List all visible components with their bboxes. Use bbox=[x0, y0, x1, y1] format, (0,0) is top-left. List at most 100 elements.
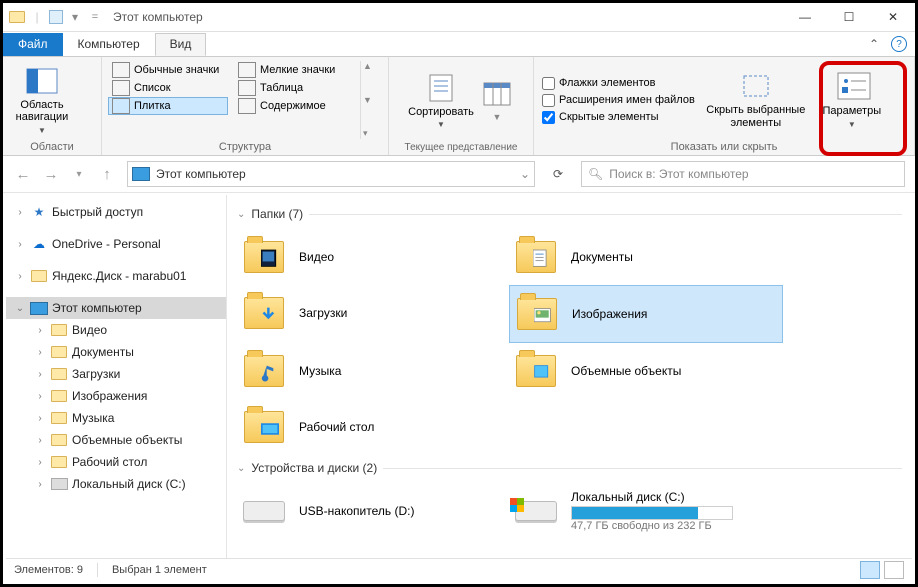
details-view-icon[interactable] bbox=[860, 561, 880, 579]
navigation-tree: ›★Быстрый доступ ›☁OneDrive - Personal ›… bbox=[6, 195, 227, 560]
address-box[interactable]: Этот компьютер ⌄ bbox=[127, 161, 535, 187]
folder-icon bbox=[515, 350, 557, 392]
tree-item[interactable]: ›Локальный диск (C:) bbox=[26, 473, 226, 495]
drive-sub: 47,7 ГБ свободно из 232 ГБ bbox=[571, 520, 733, 532]
maximize-button[interactable]: ☐ bbox=[827, 3, 871, 31]
expand-icon[interactable]: › bbox=[34, 391, 46, 402]
navigation-pane-button[interactable]: Область навигации ▼ bbox=[9, 61, 75, 139]
tree-item[interactable]: ›Загрузки bbox=[26, 363, 226, 385]
help-icon[interactable]: ? bbox=[891, 36, 907, 52]
expand-icon[interactable]: › bbox=[34, 479, 46, 490]
drive-item[interactable]: USB-накопитель (D:) bbox=[237, 483, 509, 539]
address-dropdown-icon[interactable]: ⌄ bbox=[520, 167, 530, 181]
folder-item[interactable]: Рабочий стол bbox=[237, 399, 509, 455]
tree-label: Рабочий стол bbox=[72, 455, 147, 469]
more-icon[interactable]: ▾ bbox=[363, 128, 372, 139]
expand-icon[interactable]: › bbox=[34, 413, 46, 424]
breadcrumb[interactable]: Этот компьютер bbox=[156, 167, 246, 181]
folder-item[interactable]: Документы bbox=[509, 229, 781, 285]
expand-icon[interactable]: › bbox=[34, 435, 46, 446]
window-title: Этот компьютер bbox=[113, 10, 203, 24]
tree-onedrive[interactable]: ›☁OneDrive - Personal bbox=[6, 233, 226, 255]
expand-icon[interactable]: › bbox=[14, 239, 26, 250]
forward-button[interactable]: → bbox=[41, 166, 61, 183]
folder-icon bbox=[50, 344, 68, 360]
tree-item[interactable]: ›Музыка bbox=[26, 407, 226, 429]
tree-quick-access[interactable]: ›★Быстрый доступ bbox=[6, 201, 226, 223]
expand-icon[interactable]: › bbox=[14, 271, 26, 282]
checkbox[interactable] bbox=[542, 111, 555, 124]
search-box[interactable]: 🔍︎ Поиск в: Этот компьютер bbox=[581, 161, 905, 187]
qat-dropdown-icon[interactable]: ▾ bbox=[67, 9, 83, 25]
scroll-up-icon[interactable]: ▲ bbox=[363, 61, 372, 71]
tree-this-pc[interactable]: ⌄Этот компьютер bbox=[6, 297, 226, 319]
layout-table[interactable]: Таблица bbox=[234, 79, 354, 97]
large-icons-view-icon[interactable] bbox=[884, 561, 904, 579]
collapse-icon[interactable]: ⌄ bbox=[14, 303, 26, 314]
layout-list[interactable]: Список bbox=[108, 79, 228, 97]
dropdown-icon: ▼ bbox=[848, 120, 856, 129]
folder-item[interactable]: Музыка bbox=[237, 343, 509, 399]
folder-icon bbox=[243, 292, 285, 334]
expand-icon[interactable]: › bbox=[14, 207, 26, 218]
folder-icon bbox=[50, 388, 68, 404]
ribbon-group-layout: Обычные значки Список Плитка Мелкие знач… bbox=[102, 57, 389, 155]
layout-small[interactable]: Мелкие значки bbox=[234, 61, 354, 79]
qat-customize[interactable]: = bbox=[87, 9, 103, 25]
tab-view[interactable]: Вид bbox=[155, 33, 207, 56]
list-icon bbox=[112, 80, 130, 96]
folder-item[interactable]: Видео bbox=[237, 229, 509, 285]
layout-normal[interactable]: Обычные значки bbox=[108, 61, 228, 79]
tree-item[interactable]: ›Объемные объекты bbox=[26, 429, 226, 451]
small-icon bbox=[238, 62, 256, 78]
layout-content[interactable]: Содержимое bbox=[234, 97, 354, 115]
expand-icon[interactable]: › bbox=[34, 347, 46, 358]
tab-file[interactable]: Файл bbox=[3, 33, 63, 56]
tree-item[interactable]: ›Документы bbox=[26, 341, 226, 363]
expand-icon[interactable]: › bbox=[34, 369, 46, 380]
tree-item[interactable]: ›Изображения bbox=[26, 385, 226, 407]
item-label: Музыка bbox=[299, 364, 341, 378]
checkbox[interactable] bbox=[542, 77, 555, 90]
section-drives[interactable]: ⌄Устройства и диски (2) bbox=[237, 461, 902, 475]
scroll-down-icon[interactable]: ▼ bbox=[363, 95, 372, 105]
history-buttons: ← → ▾ ↑ bbox=[13, 166, 117, 183]
sort-button[interactable]: Сортировать ▼ bbox=[408, 61, 474, 140]
refresh-button[interactable]: ⟳ bbox=[545, 161, 571, 187]
collapse-ribbon-icon[interactable]: ⌃ bbox=[867, 37, 881, 51]
item-label: Загрузки bbox=[299, 306, 347, 320]
folder-icon bbox=[50, 432, 68, 448]
section-folders[interactable]: ⌄Папки (7) bbox=[237, 207, 902, 221]
options-button[interactable]: Параметры ▼ bbox=[815, 61, 889, 139]
expand-icon[interactable]: › bbox=[34, 325, 46, 336]
item-label: Изображения bbox=[572, 307, 647, 321]
layout-more[interactable]: ▲ ▼ ▾ bbox=[360, 61, 374, 139]
tab-computer[interactable]: Компьютер bbox=[63, 33, 155, 56]
check-extensions[interactable]: Расширения имен файлов bbox=[540, 93, 697, 108]
folder-item[interactable]: Объемные объекты bbox=[509, 343, 781, 399]
hide-selected-button[interactable]: Скрыть выбранные элементы bbox=[703, 61, 809, 139]
tree-item[interactable]: ›Видео bbox=[26, 319, 226, 341]
tree-item[interactable]: › Рабочий стол bbox=[26, 451, 226, 473]
tree-yadisk[interactable]: ›Яндекс.Диск - marabu01 bbox=[6, 265, 226, 287]
drive-item[interactable]: Локальный диск (C:)47,7 ГБ свободно из 2… bbox=[509, 483, 781, 539]
checkbox[interactable] bbox=[542, 94, 555, 107]
back-button[interactable]: ← bbox=[13, 166, 33, 183]
folder-icon bbox=[243, 406, 285, 448]
close-button[interactable]: ✕ bbox=[871, 3, 915, 31]
minimize-button[interactable]: — bbox=[783, 3, 827, 31]
check-hidden[interactable]: Скрытые элементы bbox=[540, 110, 697, 125]
ribbon-group-current: Сортировать ▼ ▼ Текущее представление bbox=[389, 57, 534, 155]
recent-dropdown[interactable]: ▾ bbox=[69, 169, 89, 180]
expand-icon[interactable]: › bbox=[34, 457, 46, 468]
window-buttons: — ☐ ✕ bbox=[783, 3, 915, 31]
explorer-icon bbox=[9, 9, 25, 25]
layout-tiles[interactable]: Плитка bbox=[108, 97, 228, 115]
columns-button[interactable]: ▼ bbox=[480, 61, 514, 140]
folder-item[interactable]: Загрузки bbox=[237, 285, 509, 341]
folder-item[interactable]: Изображения bbox=[509, 285, 783, 343]
check-item-boxes[interactable]: Флажки элементов bbox=[540, 76, 697, 91]
options-icon bbox=[836, 71, 868, 103]
properties-icon[interactable] bbox=[49, 10, 63, 24]
up-button[interactable]: ↑ bbox=[97, 166, 117, 183]
